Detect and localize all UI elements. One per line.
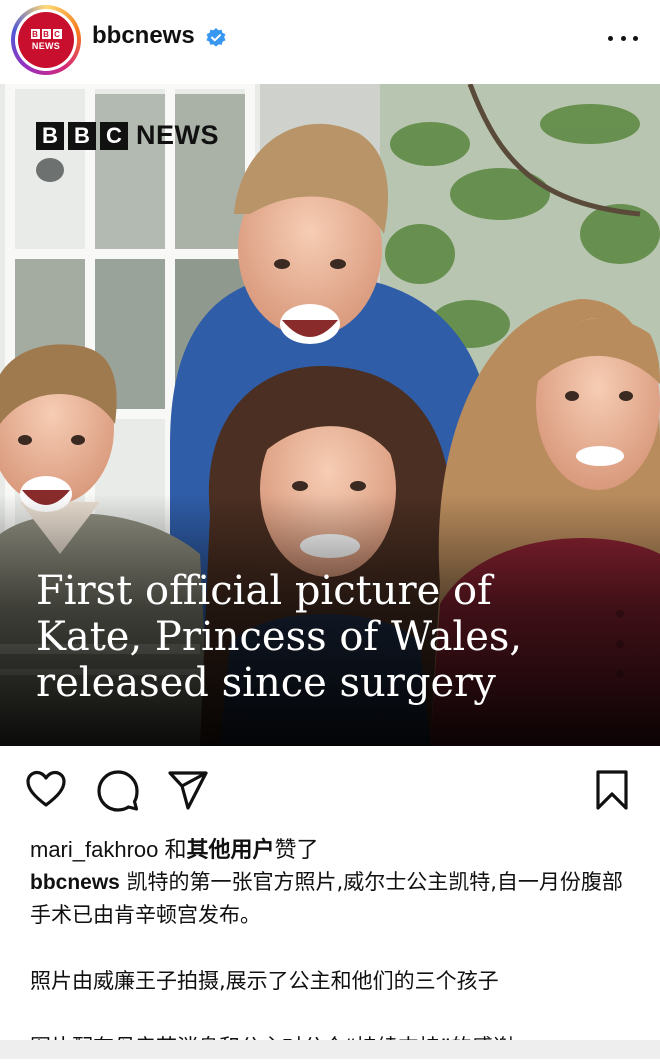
caption-text: 凯特的第一张官方照片,威尔士公主凯特,自一月份腹部手术已由肯辛顿宫发布。 (30, 870, 623, 927)
verified-badge-icon (206, 28, 226, 47)
post-header: B B C NEWS bbcnews (0, 0, 660, 80)
avatar-bbc-letter: C (52, 29, 62, 39)
send-icon (168, 771, 208, 810)
more-options-button[interactable] (608, 26, 638, 50)
bookmark-icon (596, 770, 628, 810)
avatar-bbc-blocks: B B C (30, 29, 62, 39)
share-button[interactable] (166, 768, 210, 812)
post-actions (0, 760, 660, 820)
post-username[interactable]: bbcnews (92, 22, 195, 50)
likes-suffix: 赞了 (274, 837, 319, 862)
bbc-news-logo: B B C NEWS (36, 120, 219, 151)
save-button[interactable] (590, 768, 634, 812)
avatar-news-text: NEWS (31, 41, 61, 51)
avatar-bbc-letter: B (41, 29, 51, 39)
liker-username[interactable]: mari_fakhroo (30, 837, 158, 862)
avatar[interactable]: B B C NEWS (11, 5, 81, 75)
likes-connector: 和 (158, 837, 187, 862)
like-button[interactable] (24, 768, 68, 812)
avatar-frame: B B C NEWS (15, 9, 77, 71)
post-caption: bbcnews 凯特的第一张官方照片,威尔士公主凯特,自一月份腹部手术已由肯辛顿… (30, 866, 630, 1064)
caption-paragraph: bbcnews 凯特的第一张官方照片,威尔士公主凯特,自一月份腹部手术已由肯辛顿… (30, 866, 630, 932)
bbc-logo-block: B (68, 121, 96, 150)
comment-icon (97, 770, 139, 812)
comment-button[interactable] (96, 768, 140, 812)
avatar-bbc-letter: B (30, 29, 40, 39)
likes-summary: mari_fakhroo 和其他用户赞了 (30, 832, 319, 864)
bbc-logo-block: C (100, 121, 128, 150)
bbc-logo-news: NEWS (136, 120, 219, 150)
more-dot (633, 35, 638, 41)
caption-username[interactable]: bbcnews (30, 871, 120, 894)
caption-paragraph-2: 照片由威廉王子拍摄,展示了公主和他们的三个孩子 (30, 969, 499, 993)
post-image[interactable]: B B C NEWS First official picture of Kat… (0, 84, 660, 746)
more-dot (608, 35, 613, 41)
image-headline: First official picture of Kate, Princess… (36, 568, 523, 706)
likes-others-link[interactable]: 其他用户 (187, 837, 275, 862)
heart-icon (26, 770, 66, 807)
more-dot (620, 35, 626, 41)
bottom-edge (0, 1040, 660, 1059)
bbc-logo-block: B (36, 121, 64, 150)
bbc-news-avatar-logo: B B C NEWS (18, 12, 74, 68)
